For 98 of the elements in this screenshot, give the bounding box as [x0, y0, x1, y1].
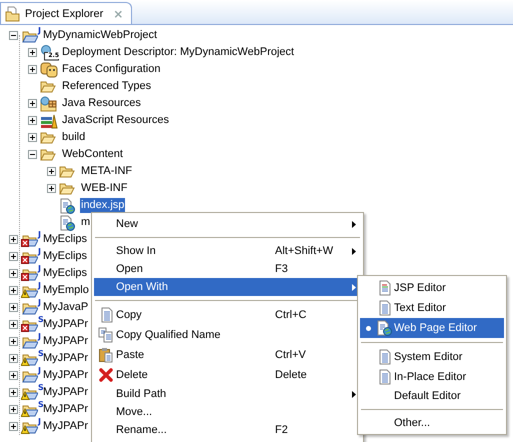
- project-type-letter: J: [38, 280, 41, 290]
- menu-item[interactable]: Build Path: [94, 385, 361, 403]
- document-icon: [378, 349, 392, 365]
- expand-toggle-icon[interactable]: [9, 269, 18, 278]
- expand-toggle-icon[interactable]: [28, 65, 37, 74]
- java-resources-icon: [40, 96, 58, 112]
- folder-icon: [40, 130, 56, 144]
- menu-item[interactable]: Copy Ctrl+C: [94, 305, 361, 325]
- menu-item[interactable]: Default Editor: [360, 387, 504, 405]
- menu-item[interactable]: Move...: [94, 403, 361, 421]
- tree-item-label[interactable]: MyJPAPr: [42, 419, 90, 434]
- expand-toggle-icon[interactable]: [9, 371, 18, 380]
- expand-toggle-icon[interactable]: [9, 320, 18, 329]
- jsp-file-icon: [378, 280, 392, 296]
- folder-icon: [40, 148, 56, 162]
- expand-toggle-icon[interactable]: [9, 354, 18, 363]
- menu-item[interactable]: Paste Ctrl+V: [94, 345, 361, 365]
- tree-item-label[interactable]: MyEclips: [42, 266, 88, 281]
- menu-item[interactable]: Show In Alt+Shift+W: [94, 242, 361, 260]
- tree-item-label[interactable]: MyEmplo: [42, 283, 90, 298]
- menu-item[interactable]: Other...: [360, 414, 504, 432]
- folder-icon: [59, 182, 75, 196]
- expand-toggle-icon[interactable]: [9, 422, 18, 431]
- project-type-letter: S: [38, 400, 44, 408]
- menu-item[interactable]: Delete Delete: [94, 365, 361, 385]
- menu-item[interactable]: In-Place Editor: [360, 367, 504, 387]
- expand-toggle-icon[interactable]: [9, 337, 18, 346]
- tree-item-label[interactable]: MyDynamicWebProject: [42, 28, 158, 43]
- tree-item-label[interactable]: index.jsp: [80, 198, 126, 213]
- expand-toggle-icon[interactable]: [47, 184, 56, 193]
- expand-toggle-icon[interactable]: [9, 252, 18, 261]
- expand-toggle-icon[interactable]: [28, 99, 37, 108]
- menu-item[interactable]: System Editor: [360, 347, 504, 367]
- tree-item-label[interactable]: MyJavaP: [42, 300, 90, 315]
- project-type-letter: J: [38, 264, 41, 272]
- expand-toggle-icon[interactable]: [28, 48, 37, 57]
- web-file-icon: [376, 320, 392, 336]
- tree-item-label[interactable]: Java Resources: [61, 96, 142, 111]
- project-type-letter: J: [38, 246, 41, 256]
- expand-toggle-icon[interactable]: [9, 286, 18, 295]
- expand-toggle-icon[interactable]: [9, 388, 18, 397]
- tree-item-label[interactable]: m: [80, 215, 92, 230]
- collapse-toggle-icon[interactable]: [9, 31, 18, 40]
- tree-item-label[interactable]: MyEclips: [42, 232, 88, 247]
- view-title: Project Explorer: [25, 8, 104, 20]
- project-type-letter: S: [38, 314, 44, 324]
- radio-dot-icon: [366, 326, 371, 330]
- tree-item-label[interactable]: MyEclips: [42, 249, 88, 264]
- tree-item-label[interactable]: MyJPAPr: [42, 351, 90, 366]
- project-type-letter: S: [38, 348, 44, 358]
- collapse-toggle-icon[interactable]: [28, 150, 37, 159]
- tree-item-label[interactable]: META-INF: [80, 164, 134, 179]
- tree-item-label[interactable]: MyJPAPr: [42, 402, 90, 417]
- tree-item-label[interactable]: JavaScript Resources: [61, 113, 170, 128]
- menu-item[interactable]: Open F3: [94, 260, 361, 278]
- documents-icon: [98, 327, 114, 343]
- project-type-letter: S: [38, 382, 44, 392]
- menu-item[interactable]: Rename... F2: [94, 421, 361, 439]
- project-type-letter: J: [38, 332, 41, 340]
- tree-item-label[interactable]: WebContent: [61, 147, 124, 162]
- tree-item-label[interactable]: build: [61, 130, 86, 145]
- menu-item[interactable]: Text Editor: [360, 298, 504, 318]
- clipboard-icon: [98, 347, 114, 363]
- tree-item-label[interactable]: MyJPAPr: [42, 317, 90, 332]
- menu-item[interactable]: JSP Editor: [360, 278, 504, 298]
- project-type-letter: J: [38, 26, 41, 34]
- tree-item-label[interactable]: WEB-INF: [80, 181, 128, 196]
- expand-toggle-icon[interactable]: [47, 167, 56, 176]
- tree-item-label[interactable]: Faces Configuration: [61, 62, 162, 77]
- faces-icon: [40, 62, 58, 78]
- project-type-letter: J: [38, 366, 41, 374]
- folder-icon: [59, 164, 75, 178]
- web-file-icon: [59, 198, 75, 214]
- books-icon: [40, 112, 58, 128]
- project-type-letter: J: [38, 230, 41, 238]
- menu-item[interactable]: Copy Qualified Name: [94, 325, 361, 345]
- delete-icon: [98, 367, 114, 383]
- folder-icon: [5, 6, 21, 22]
- expand-toggle-icon[interactable]: [9, 303, 18, 312]
- tree-item-label[interactable]: MyJPAPr: [42, 385, 90, 400]
- menu-item[interactable]: New: [94, 215, 361, 233]
- menu-item[interactable]: Web Page Editor: [360, 318, 504, 338]
- folder-icon: [40, 80, 56, 94]
- expand-toggle-icon[interactable]: [28, 116, 37, 125]
- tree-item-label[interactable]: Deployment Descriptor: MyDynamicWebProject: [61, 45, 296, 60]
- project-type-letter: J: [38, 298, 41, 306]
- document-icon: [378, 369, 392, 385]
- web-file-icon: [59, 214, 75, 230]
- view-tab[interactable]: Project Explorer ×: [0, 2, 132, 24]
- expand-toggle-icon[interactable]: [9, 405, 18, 414]
- project-type-letter: J: [38, 416, 41, 426]
- document-icon: [100, 307, 114, 323]
- document-icon: [378, 300, 392, 316]
- tree-item-label[interactable]: MyJPAPr: [42, 368, 90, 383]
- expand-toggle-icon[interactable]: [9, 235, 18, 244]
- tree-item-label[interactable]: Referenced Types: [61, 79, 152, 94]
- expand-toggle-icon[interactable]: [28, 133, 37, 142]
- tree-item-label[interactable]: MyJPAPr: [42, 334, 90, 349]
